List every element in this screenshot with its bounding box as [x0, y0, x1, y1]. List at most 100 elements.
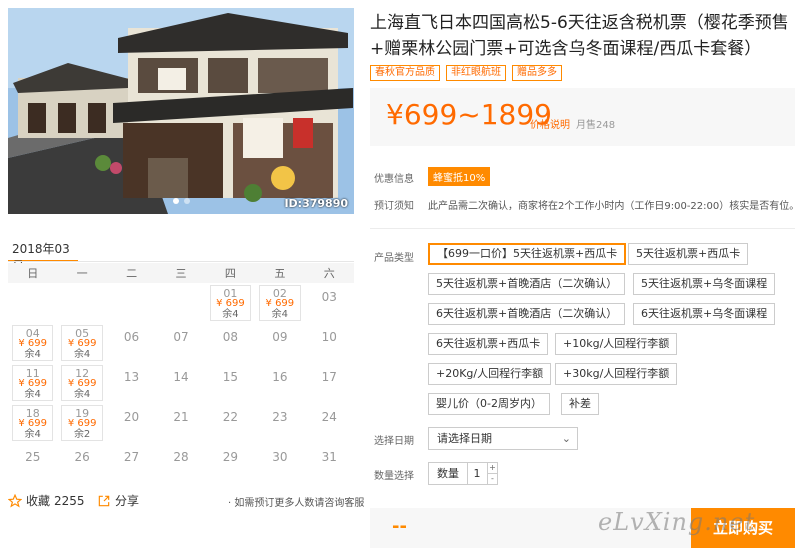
image-id-label: ID:379890: [284, 197, 348, 210]
calendar-day-available[interactable]: 04 ¥ 699 余4: [8, 323, 57, 363]
product-tag: 春秋官方品质: [370, 65, 440, 81]
product-tag: 非红眼航班: [446, 65, 506, 81]
product-type-option[interactable]: 5天往返机票+西瓜卡: [628, 243, 749, 265]
day-number: 27: [123, 450, 140, 464]
calendar-day: 27: [107, 443, 156, 483]
product-type-label: 产品类型: [374, 253, 414, 264]
product-type-option[interactable]: 【699一口价】5天往返机票+西瓜卡: [428, 243, 627, 265]
calendar-day-available[interactable]: 01 ¥ 699 余4: [206, 283, 255, 323]
contact-hint: · 如需预订更多人数请咨询客服: [228, 498, 365, 509]
product-tags: 春秋官方品质 非红眼航班 赠品多多: [370, 65, 562, 81]
calendar-day: 26: [57, 443, 106, 483]
product-tag: 赠品多多: [512, 65, 562, 81]
street-photo: [8, 8, 354, 214]
day-stock: 余4: [73, 349, 91, 360]
calendar-day-available[interactable]: 05 ¥ 699 余4: [57, 323, 106, 363]
product-type-option[interactable]: 6天往返机票+西瓜卡: [428, 333, 549, 355]
date-select[interactable]: 请选择日期 ⌄: [428, 427, 578, 450]
weekday-label: 三: [175, 267, 187, 280]
day-number: 07: [173, 330, 189, 344]
weekday-label: 日: [27, 267, 39, 280]
day-number: 06: [123, 330, 140, 344]
day-stock: 余4: [271, 309, 289, 320]
calendar-day: 24: [305, 403, 354, 443]
weekday-label: 四: [224, 267, 236, 280]
day-number: 15: [222, 370, 239, 384]
day-number: 24: [321, 410, 337, 424]
share-icon: [98, 495, 110, 506]
day-stock: 余4: [24, 429, 41, 440]
weekday-label: 六: [323, 267, 335, 280]
calendar-day: 03: [305, 283, 354, 323]
quantity-field-label: 数量: [428, 462, 468, 485]
product-type-option[interactable]: +20Kg/人回程行李额: [428, 363, 552, 385]
calendar-day: 22: [206, 403, 255, 443]
calendar-divider: [8, 261, 354, 262]
monthly-sales: 月售248: [576, 120, 616, 131]
calendar-empty-cell: [107, 283, 156, 323]
calendar-day: 06: [107, 323, 156, 363]
product-type-option[interactable]: 6天往返机票+乌冬面课程: [633, 303, 776, 325]
calendar-day: 14: [156, 363, 205, 403]
share-label: 分享: [115, 494, 140, 508]
product-type-option[interactable]: 5天往返机票+乌冬面课程: [633, 273, 776, 295]
price-note-link[interactable]: 价格说明: [530, 116, 570, 131]
calendar-empty-cell: [57, 283, 106, 323]
carousel-dot-active[interactable]: [172, 198, 179, 204]
calendar-day-available[interactable]: 02 ¥ 699 余4: [255, 283, 304, 323]
calendar-month-tab[interactable]: 2018年03月: [8, 240, 78, 273]
day-price: ¥ 699: [18, 418, 48, 429]
day-price: ¥ 699: [265, 298, 295, 309]
calendar-day: 31: [305, 443, 354, 483]
carousel-dot[interactable]: [183, 198, 190, 204]
calendar-day: 15: [206, 363, 255, 403]
product-type-option[interactable]: +30kg/人回程行李额: [555, 363, 678, 385]
notice-label: 预订须知: [374, 201, 414, 212]
total-price: --: [392, 516, 407, 537]
favorite-label: 收藏: [26, 494, 51, 508]
calendar-day-available[interactable]: 12 ¥ 699 余4: [57, 363, 106, 403]
favorite-button[interactable]: 收藏 2255: [8, 492, 85, 509]
date-select-value: 请选择日期: [437, 432, 492, 445]
product-type-option[interactable]: 5天往返机票+首晚酒店（二次确认）: [428, 273, 626, 295]
day-number: 30: [272, 450, 288, 464]
day-price: ¥ 699: [18, 338, 48, 349]
day-number: 22: [222, 410, 239, 424]
calendar-day-available[interactable]: 18 ¥ 699 余4: [8, 403, 57, 443]
calendar-empty-cell: [156, 283, 205, 323]
calendar-empty-cell: [8, 283, 57, 323]
product-type-option[interactable]: 婴儿价（0-2周岁内）: [428, 393, 550, 415]
promo-badge: 蜂蜜抵10%: [428, 167, 491, 186]
calendar-day: 16: [255, 363, 304, 403]
day-number: 23: [272, 410, 288, 424]
calendar-day: 29: [206, 443, 255, 483]
quantity-input[interactable]: 1: [467, 462, 487, 485]
share-button[interactable]: 分享: [97, 492, 139, 509]
calendar-day: 07: [156, 323, 205, 363]
day-number: 28: [173, 450, 189, 464]
day-number: 31: [321, 450, 337, 464]
quantity-decrement-button[interactable]: -: [487, 473, 498, 485]
calendar-day-available[interactable]: 11 ¥ 699 余4: [8, 363, 57, 403]
calendar-day: 28: [156, 443, 205, 483]
calendar-day-available[interactable]: 19 ¥ 699 余2: [57, 403, 106, 443]
day-number: 17: [321, 370, 337, 384]
day-number: 14: [173, 370, 189, 384]
calendar-day: 08: [206, 323, 255, 363]
booking-calendar: 日 一 二 三 四 五 六 01 ¥ 699 余4 02 ¥ 699 余4 03 04 ¥ 699 余4 05 ¥…: [8, 263, 354, 483]
calendar-day: 30: [255, 443, 304, 483]
section-divider: [370, 228, 795, 229]
day-number: 09: [272, 330, 288, 344]
day-number: 16: [272, 370, 288, 384]
quantity-label: 数量选择: [374, 471, 414, 482]
watermark: eLvXing.net: [598, 508, 756, 536]
day-stock: 余2: [73, 429, 91, 440]
favorite-count: 2255: [54, 493, 85, 508]
product-type-option[interactable]: 补差: [561, 393, 599, 415]
product-type-option[interactable]: +10kg/人回程行李额: [555, 333, 678, 355]
product-hero-image[interactable]: ID:379890: [8, 8, 354, 214]
product-type-option[interactable]: 6天往返机票+首晚酒店（二次确认）: [428, 303, 626, 325]
calendar-grid: 01 ¥ 699 余4 02 ¥ 699 余4 03 04 ¥ 699 余4 05 ¥ 699 余4 06…: [8, 283, 354, 483]
day-price: ¥ 699: [67, 338, 97, 349]
day-number: 26: [74, 450, 90, 464]
